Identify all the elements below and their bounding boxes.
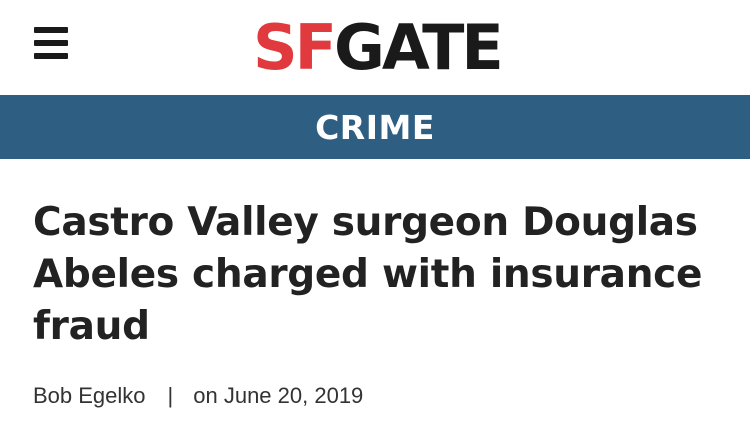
publish-date: on June 20, 2019: [193, 383, 364, 408]
sfgate-logo[interactable]: SF GATE: [253, 8, 504, 88]
article-byline: Bob Egelko | on June 20, 2019: [33, 383, 363, 409]
site-header: SF GATE: [0, 0, 750, 95]
menu-bar-middle: [34, 40, 68, 46]
byline-separator: |: [167, 383, 174, 408]
section-bar: CRIME: [0, 95, 750, 159]
menu-bar-bottom: [34, 53, 68, 59]
section-label-crime[interactable]: CRIME: [315, 108, 435, 147]
author-link[interactable]: Bob Egelko: [33, 383, 146, 409]
article-headline: Castro Valley surgeon Douglas Abeles cha…: [33, 200, 703, 349]
menu-bar-top: [34, 27, 68, 33]
logo-sf-text: SF: [253, 11, 337, 84]
hamburger-menu-icon[interactable]: [34, 27, 70, 61]
logo-gate-text: GATE: [334, 11, 504, 84]
